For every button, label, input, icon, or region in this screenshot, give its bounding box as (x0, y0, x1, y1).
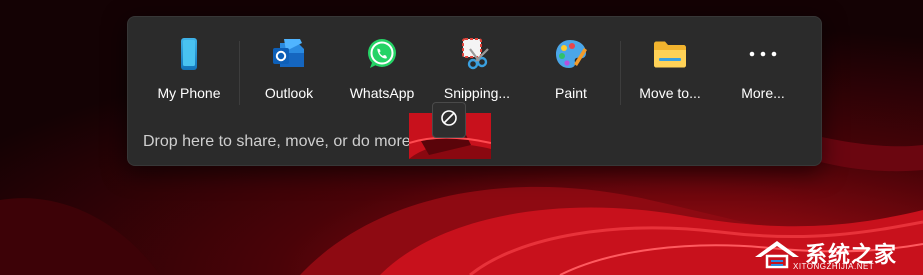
target-label: WhatsApp (349, 85, 415, 101)
share-targets: My Phone Outlook WhatsApp Snipping... Pa… (128, 17, 821, 127)
target-paint[interactable]: Paint (526, 37, 616, 107)
target-label: More... (741, 85, 785, 101)
site-watermark: 系统之家 XITONGZHIJIA.NET (747, 235, 917, 271)
target-label: Move to... (639, 85, 701, 101)
target-label: Paint (555, 85, 587, 101)
separator (239, 41, 240, 105)
target-more[interactable]: More... (718, 37, 808, 107)
no-drop-icon (440, 109, 458, 132)
target-snipping-tool[interactable]: Snipping... (428, 37, 526, 107)
paint-icon (554, 37, 588, 71)
target-label: Snipping... (443, 85, 511, 101)
target-label: Outlook (264, 85, 314, 101)
snipping-tool-icon (460, 37, 494, 71)
folder-icon (653, 37, 687, 71)
phone-icon (172, 37, 206, 71)
drop-hint-text: Drop here to share, move, or do more (143, 133, 411, 150)
separator (620, 41, 621, 105)
no-drop-cursor-badge (432, 102, 466, 138)
target-whatsapp[interactable]: WhatsApp (340, 37, 424, 107)
target-my-phone[interactable]: My Phone (142, 37, 236, 107)
target-outlook[interactable]: Outlook (243, 37, 335, 107)
outlook-icon (272, 37, 306, 71)
more-icon (746, 37, 780, 71)
whatsapp-icon (365, 37, 399, 71)
target-move-to[interactable]: Move to... (624, 37, 716, 107)
watermark-subtitle: XITONGZHIJIA.NET (793, 262, 875, 271)
target-label: My Phone (157, 85, 221, 101)
